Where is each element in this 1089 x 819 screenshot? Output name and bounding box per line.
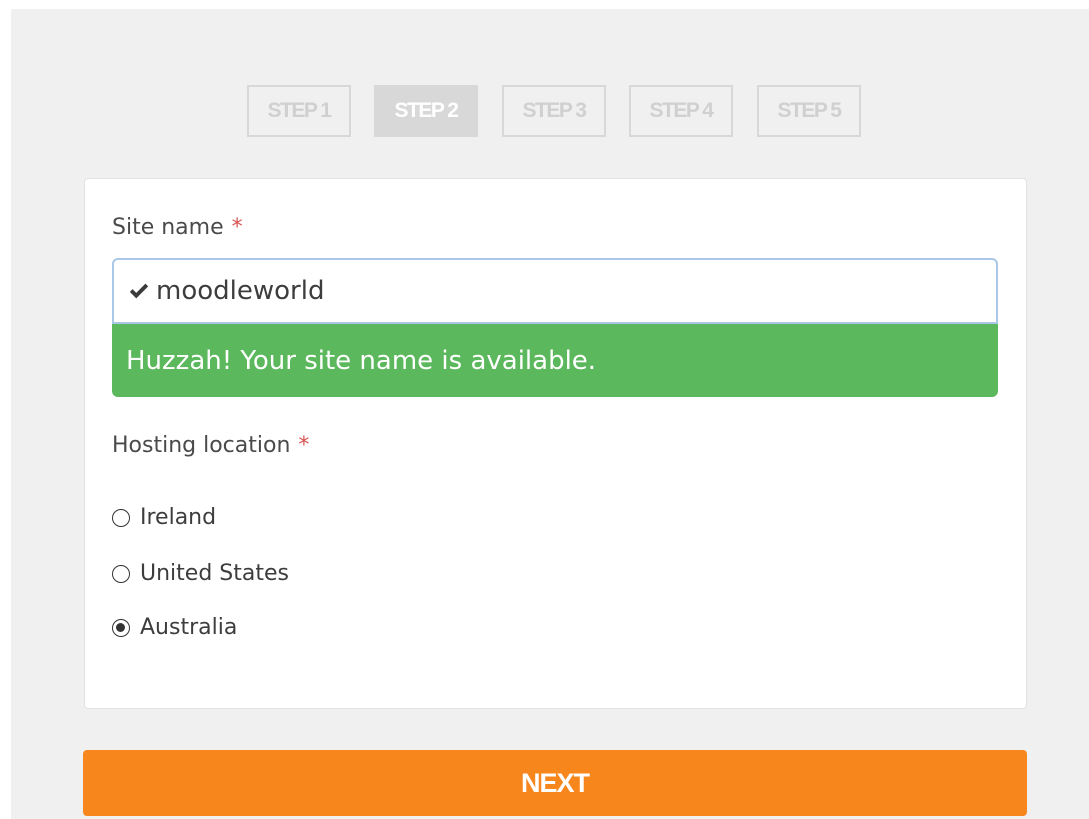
radio-button-selected[interactable] bbox=[112, 618, 130, 637]
availability-message: Huzzah! Your site name is available. bbox=[112, 324, 998, 397]
required-marker: * bbox=[298, 433, 310, 458]
step-3[interactable]: STEP 3 bbox=[502, 85, 606, 137]
radio-option-ireland[interactable]: Ireland bbox=[112, 505, 216, 530]
next-button-label: NEXT bbox=[520, 767, 590, 798]
hosting-location-label-text: Hosting location bbox=[112, 433, 291, 458]
check-icon bbox=[129, 283, 149, 299]
step-5[interactable]: STEP 5 bbox=[757, 85, 861, 137]
step-2[interactable]: STEP 2 bbox=[374, 85, 478, 137]
step-4[interactable]: STEP 4 bbox=[629, 85, 733, 137]
next-button[interactable]: NEXT bbox=[83, 750, 1027, 816]
radio-option-australia[interactable]: Australia bbox=[112, 615, 237, 640]
step-indicator: STEP 1 STEP 2 STEP 3 STEP 4 STEP 5 bbox=[0, 85, 1089, 137]
availability-message-text: Huzzah! Your site name is available. bbox=[126, 345, 597, 376]
site-name-value: moodleworld bbox=[156, 276, 325, 306]
radio-label: Australia bbox=[140, 615, 238, 640]
hosting-location-label: Hosting location * bbox=[112, 433, 309, 458]
radio-label: Ireland bbox=[140, 505, 217, 530]
radio-button[interactable] bbox=[112, 564, 130, 583]
required-marker: * bbox=[231, 215, 243, 240]
site-name-label: Site name * bbox=[112, 215, 243, 240]
radio-option-united-states[interactable]: United States bbox=[112, 561, 289, 586]
step-1[interactable]: STEP 1 bbox=[247, 85, 351, 137]
radio-label: United States bbox=[140, 561, 289, 586]
radio-button[interactable] bbox=[112, 508, 130, 527]
site-name-label-text: Site name bbox=[112, 215, 224, 240]
site-name-input[interactable]: moodleworld bbox=[112, 258, 998, 324]
